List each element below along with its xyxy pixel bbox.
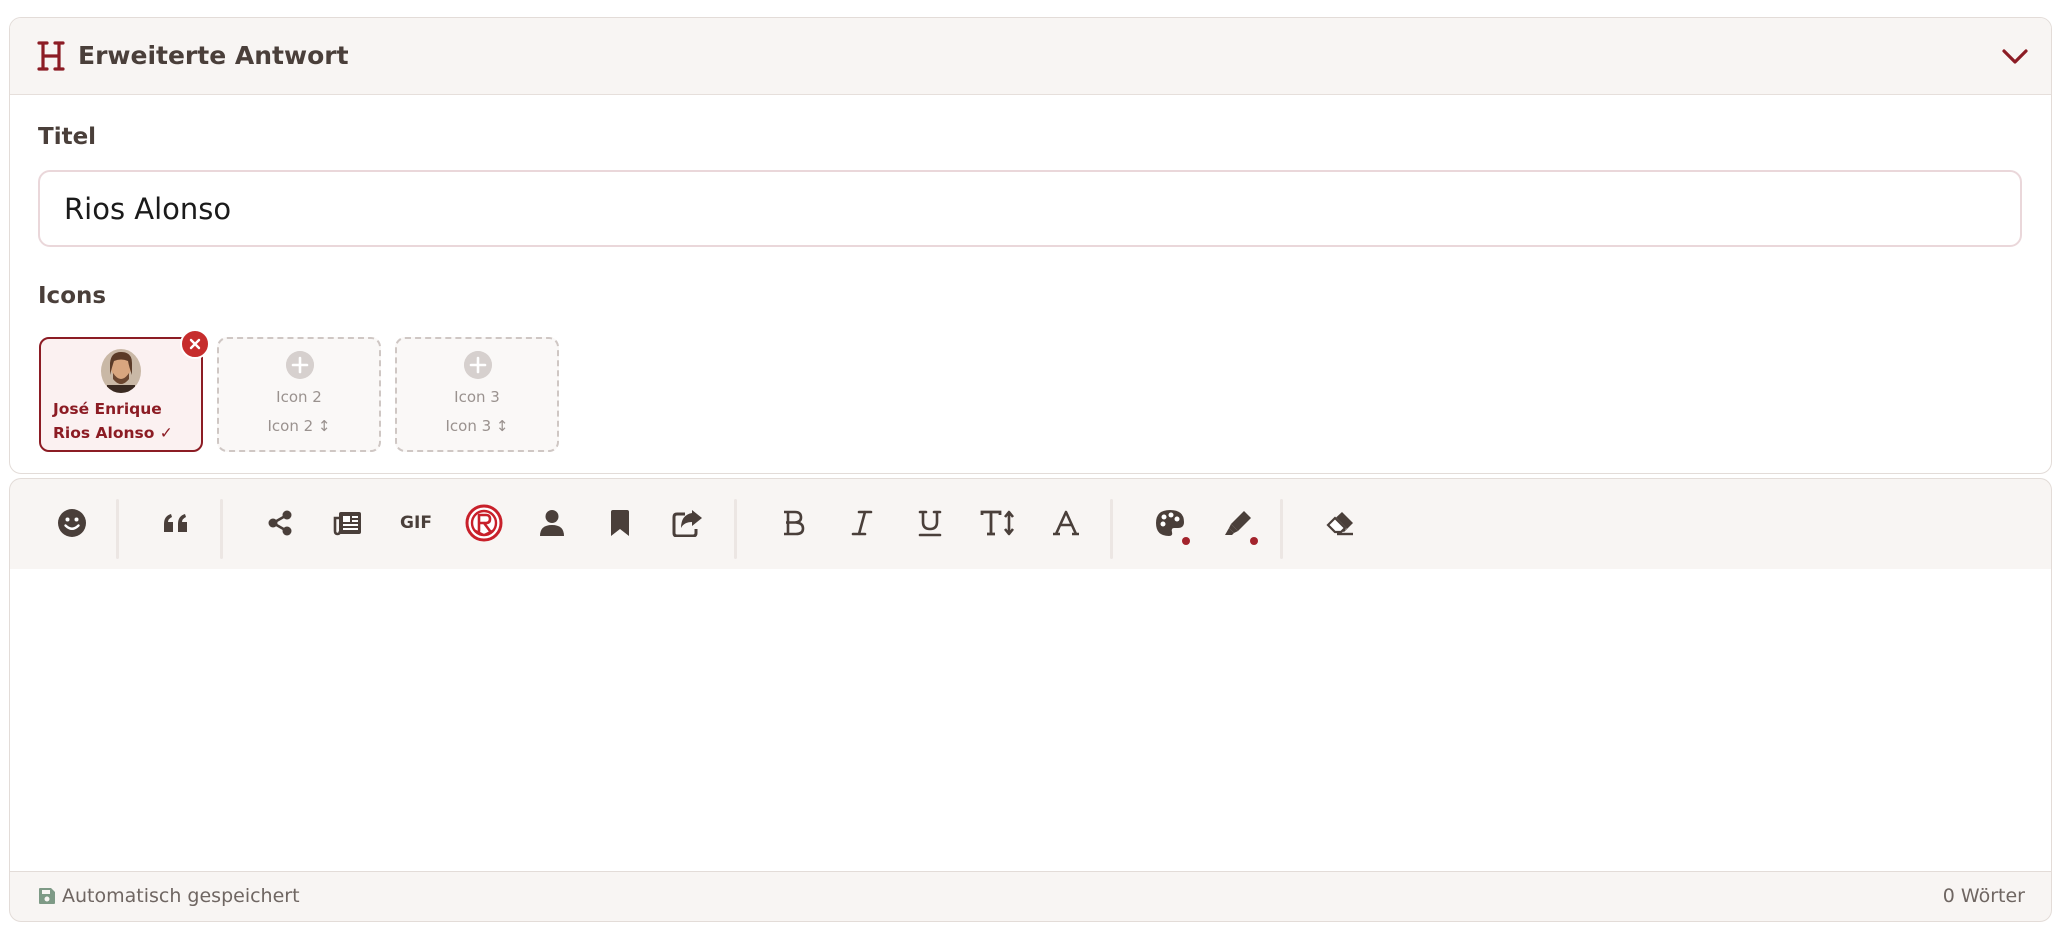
underline-icon [918, 510, 942, 537]
toolbar-separator [1280, 499, 1283, 559]
editor-footer: Automatisch gespeichert 0 Wörter [9, 871, 2052, 922]
color-indicator-dot [1182, 537, 1190, 545]
bookmark-icon [611, 510, 629, 536]
share-external-button[interactable] [666, 501, 710, 545]
text-size-button[interactable] [976, 501, 1020, 545]
highlighter-icon [1225, 511, 1251, 535]
save-icon [39, 888, 55, 904]
text-height-icon [980, 510, 1015, 536]
icon-slot-sublabel: Icon 2 ↕ [267, 417, 331, 435]
icon-slot-label: Icon 2 [276, 388, 322, 406]
icon-slot-3[interactable]: Icon 3 Icon 3 ↕ [395, 337, 559, 452]
icon-slot-1[interactable]: José Enrique Rios Alonso ✓ [39, 337, 203, 452]
eraser-icon [1326, 512, 1353, 536]
bold-button[interactable] [772, 501, 816, 545]
panel-header[interactable]: Erweiterte Antwort [10, 18, 2051, 95]
emoji-button[interactable] [50, 501, 94, 545]
word-count: 0 Wörter [1942, 885, 2025, 907]
highlight-indicator-dot [1250, 537, 1258, 545]
plus-icon [286, 351, 314, 379]
bookmark-button[interactable] [598, 501, 642, 545]
gif-label: GIF [400, 513, 432, 533]
smiley-icon [58, 509, 86, 537]
palette-icon [1156, 510, 1184, 536]
icon-slot-name: José Enrique Rios Alonso ✓ [53, 400, 173, 442]
title-label: Titel [38, 124, 97, 150]
font-button[interactable] [1044, 501, 1088, 545]
gif-button[interactable]: GIF [394, 501, 438, 545]
editor-content-area[interactable] [9, 569, 2052, 871]
toolbar-separator [1110, 499, 1113, 559]
share-button[interactable] [258, 501, 302, 545]
remove-icon-button[interactable] [180, 329, 210, 359]
share-square-icon [672, 510, 702, 537]
plus-icon [464, 351, 492, 379]
avatar [101, 349, 141, 393]
chevron-down-icon[interactable] [1999, 42, 2031, 70]
mention-button[interactable] [530, 501, 574, 545]
icon-slot-label: Icon 3 [454, 388, 500, 406]
icon-slot-sublabel: Icon 3 ↕ [445, 417, 509, 435]
icons-label: Icons [38, 283, 107, 309]
toolbar-separator [220, 499, 223, 559]
panel-title: Erweiterte Antwort [78, 41, 349, 70]
newspaper-icon [333, 512, 361, 536]
user-icon [540, 510, 564, 536]
font-icon [1053, 510, 1079, 536]
share-icon [268, 510, 292, 536]
quote-icon [164, 514, 187, 532]
heading-icon [37, 41, 65, 71]
icon-slot-2[interactable]: Icon 2 Icon 2 ↕ [217, 337, 381, 452]
italic-button[interactable] [840, 501, 884, 545]
clear-format-button[interactable] [1318, 501, 1362, 545]
advanced-reply-panel: Erweiterte Antwort Titel Icons José Enri… [9, 17, 2052, 474]
close-icon [189, 338, 201, 350]
save-status: Automatisch gespeichert [62, 885, 300, 907]
toolbar-separator [116, 499, 119, 559]
title-input[interactable] [38, 170, 2022, 247]
italic-icon [851, 510, 873, 536]
underline-button[interactable] [908, 501, 952, 545]
club-logo-button[interactable] [462, 501, 506, 545]
club-logo-icon [465, 504, 503, 542]
quote-button[interactable] [154, 501, 198, 545]
toolbar-separator [734, 499, 737, 559]
editor-toolbar: GIF [9, 478, 2052, 570]
article-button[interactable] [326, 501, 370, 545]
bold-icon [784, 510, 805, 536]
